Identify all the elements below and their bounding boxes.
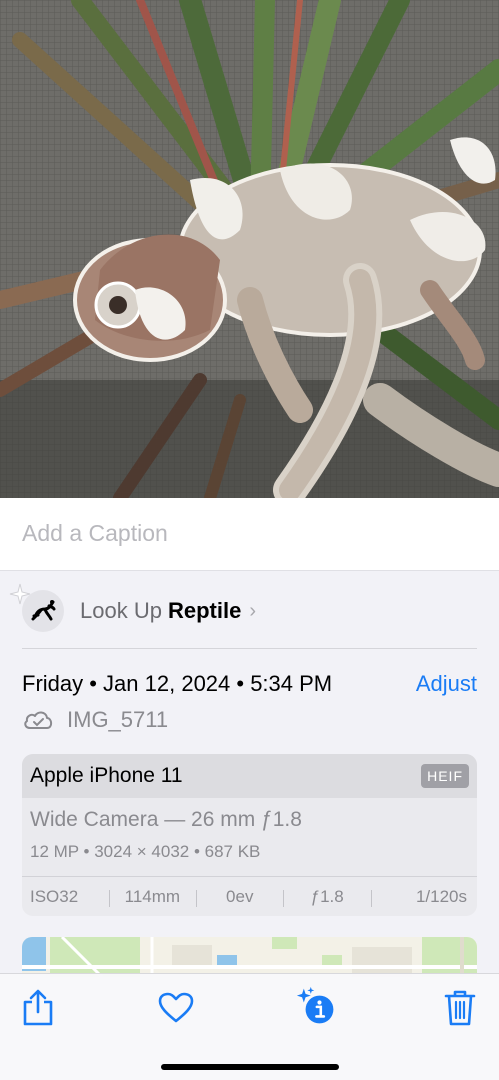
caption-section (0, 498, 499, 571)
info-sparkle-icon (296, 986, 334, 1024)
camera-header: Apple iPhone 11 HEIF (22, 754, 477, 798)
exif-exposure: 0ev (196, 887, 283, 907)
gecko-icon (22, 590, 64, 632)
image-specs: 12 MP • 3024 × 4032 • 687 KB (30, 842, 261, 861)
lookup-subject: Reptile (167, 598, 242, 623)
exif-focal-length: 114mm (108, 887, 196, 907)
delete-button[interactable] (440, 988, 480, 1028)
adjust-date-button[interactable]: Adjust (416, 671, 477, 697)
lookup-label: Look Up (80, 598, 162, 623)
device-name: Apple iPhone 11 (30, 764, 183, 787)
favorite-button[interactable] (156, 988, 196, 1028)
divider (22, 648, 477, 649)
caption-input[interactable] (22, 520, 472, 547)
location-map[interactable] (22, 937, 477, 977)
exif-aperture: ƒ1.8 (283, 887, 370, 907)
camera-info-card: Apple iPhone 11 HEIF Wide Camera — 26 mm… (22, 754, 477, 916)
exif-row: ISO32 114mm 0ev ƒ1.8 1/120s (22, 877, 477, 916)
chevron-right-icon: › (249, 599, 256, 622)
bottom-toolbar (0, 973, 499, 1080)
icloud-check-icon (24, 711, 53, 729)
trash-icon (444, 990, 476, 1026)
file-info: IMG_5711 (22, 706, 168, 734)
home-indicator (161, 1064, 339, 1070)
chameleon-photo (0, 0, 499, 498)
heart-icon (158, 992, 194, 1023)
file-name: IMG_5711 (67, 707, 169, 732)
lens-info: Wide Camera — 26 mm ƒ1.8 (30, 808, 302, 831)
photo-viewer[interactable] (0, 0, 499, 498)
map-thumbnail (22, 937, 477, 977)
share-icon (23, 989, 53, 1026)
capture-date: Friday • Jan 12, 2024 • 5:34 PM (22, 671, 333, 696)
lookup-button[interactable]: Look Up Reptile › (22, 588, 256, 634)
share-button[interactable] (18, 988, 58, 1028)
info-button[interactable] (296, 986, 336, 1026)
format-badge: HEIF (421, 764, 469, 788)
exif-shutter: 1/120s (370, 887, 477, 907)
exif-iso: ISO32 (30, 886, 79, 906)
